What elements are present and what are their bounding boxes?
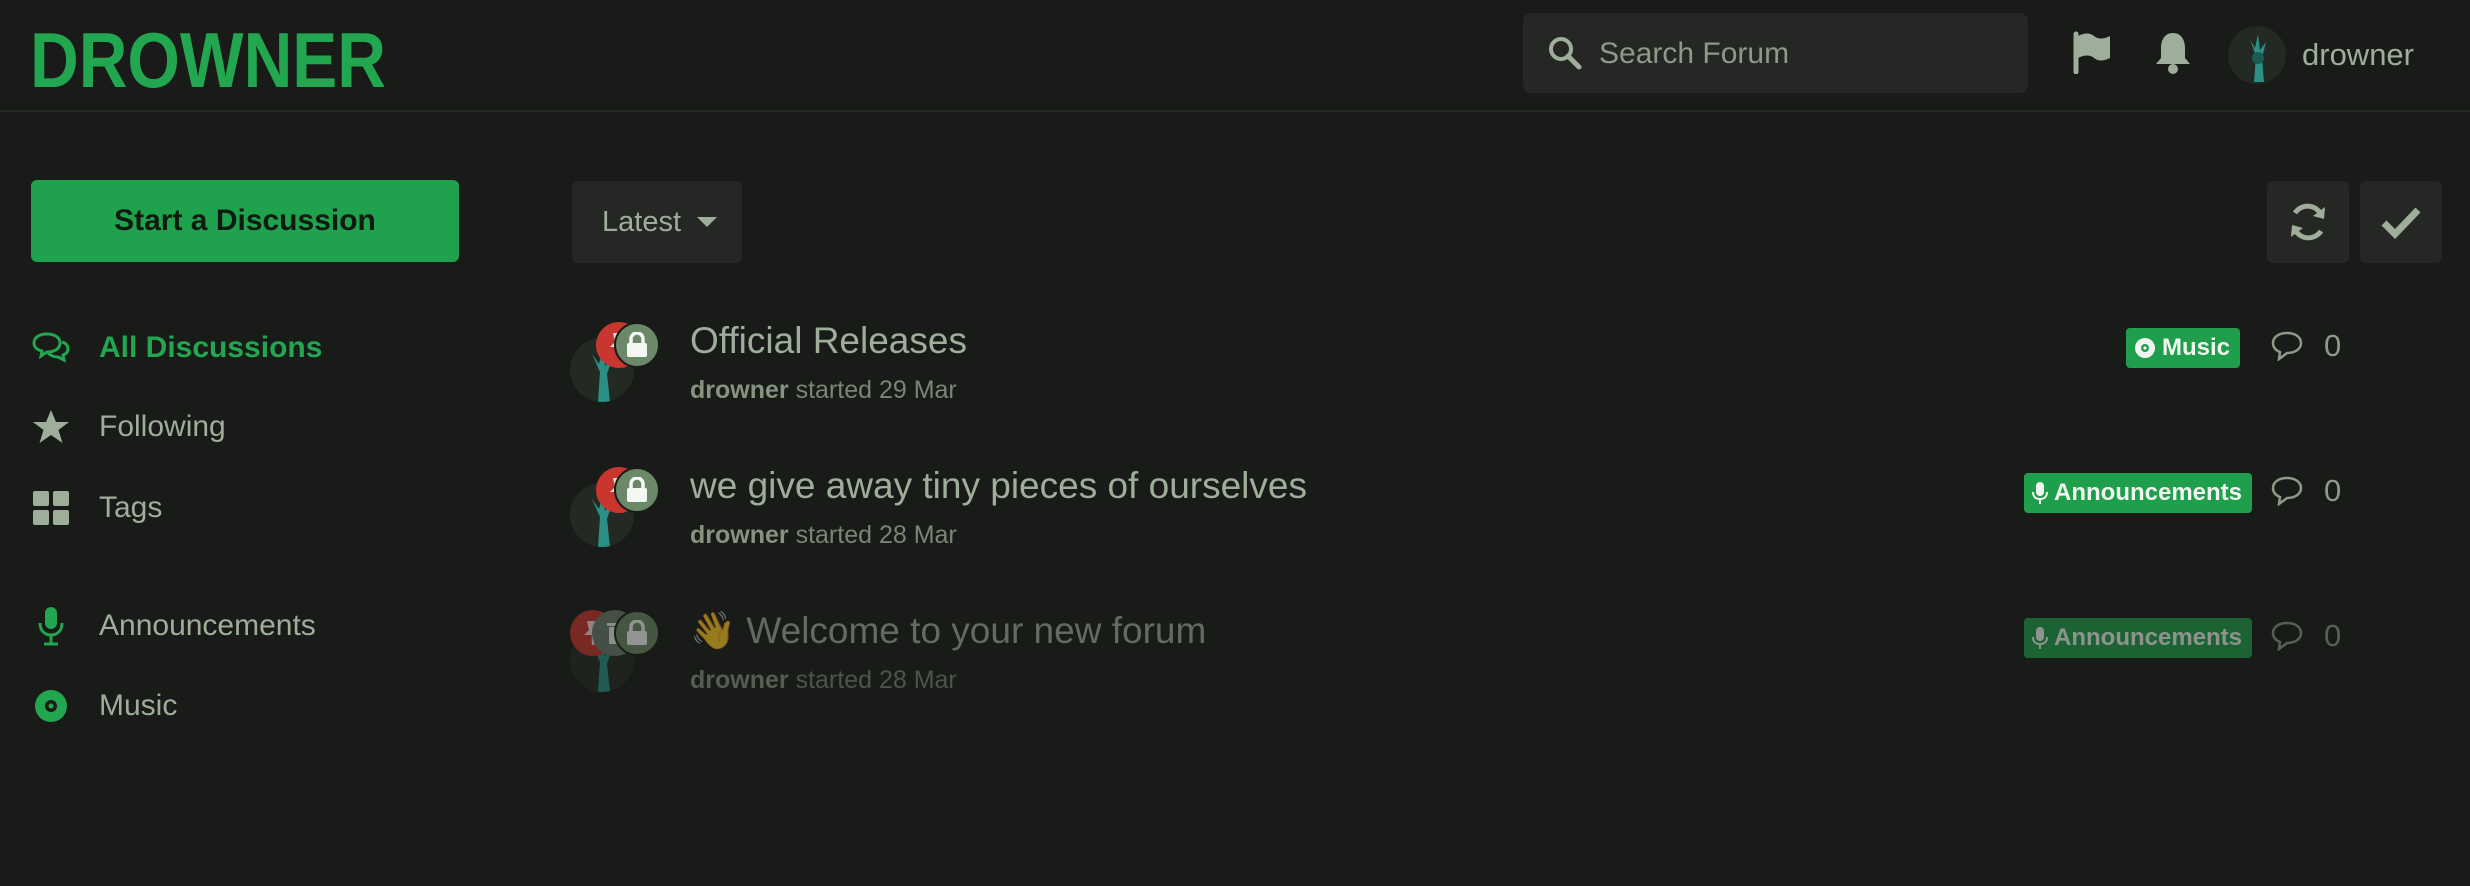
lock-icon xyxy=(614,467,660,513)
search-icon xyxy=(1549,37,1582,70)
microphone-icon xyxy=(31,606,71,646)
discussion-item[interactable]: 👋 Welcome to your new forum drowner star… xyxy=(570,608,2360,728)
sort-label: Latest xyxy=(602,205,681,238)
discussion-avatar-group xyxy=(570,463,660,553)
reply-count-value: 0 xyxy=(2324,328,2342,363)
reply-count-value: 0 xyxy=(2324,618,2342,653)
tag-label: Announcements xyxy=(2054,624,2243,651)
bell-icon[interactable] xyxy=(2154,30,2192,74)
reply-count-value: 0 xyxy=(2324,473,2342,508)
nav-following[interactable]: Following xyxy=(31,402,226,452)
reply-count[interactable]: 0 xyxy=(2270,473,2341,509)
tag-label: Music xyxy=(2162,334,2231,361)
microphone-icon xyxy=(2032,626,2048,650)
discussion-title-text: Welcome to your new forum xyxy=(746,610,1207,651)
discussion-item[interactable]: Official Releases drowner started 29 Mar… xyxy=(570,318,2360,438)
microphone-icon xyxy=(2032,481,2048,505)
comments-icon xyxy=(31,328,71,368)
nav-label: Following xyxy=(99,410,226,443)
user-avatar xyxy=(2228,26,2286,84)
discussion-item[interactable]: we give away tiny pieces of ourselves dr… xyxy=(570,463,2360,583)
discussion-title[interactable]: Official Releases xyxy=(690,320,967,362)
discussion-meta: drowner started 29 Mar xyxy=(690,376,957,405)
refresh-icon xyxy=(2291,203,2325,241)
start-discussion-button[interactable]: Start a Discussion xyxy=(31,180,459,262)
discussion-started[interactable]: started 29 Mar xyxy=(796,376,957,404)
comment-icon xyxy=(2271,331,2303,361)
nav-label: Tags xyxy=(99,491,163,524)
comment-icon xyxy=(2271,621,2303,651)
nav-tag-music[interactable]: Music xyxy=(31,681,177,731)
svg-text:DROWNER: DROWNER xyxy=(30,22,386,92)
discussion-title[interactable]: 👋 Welcome to your new forum xyxy=(690,610,1206,653)
tag-badge-announcements[interactable]: Announcements xyxy=(2024,473,2253,513)
caret-down-icon xyxy=(697,217,717,227)
discussion-title[interactable]: we give away tiny pieces of ourselves xyxy=(690,465,1307,507)
nav-label: Music xyxy=(99,689,178,722)
user-menu[interactable]: drowner xyxy=(2228,25,2414,85)
th-large-icon xyxy=(31,488,71,528)
nav-label: Announcements xyxy=(99,609,316,642)
reply-count[interactable]: 0 xyxy=(2270,618,2341,654)
discussion-started[interactable]: started 28 Mar xyxy=(796,521,957,549)
discussion-meta: drowner started 28 Mar xyxy=(690,666,957,695)
discussion-avatar-group xyxy=(570,608,660,698)
search-input[interactable] xyxy=(1597,13,2021,95)
record-icon xyxy=(2134,337,2156,359)
reply-count[interactable]: 0 xyxy=(2270,328,2341,364)
search-box[interactable] xyxy=(1523,13,2028,95)
site-logo[interactable]: DROWNER xyxy=(30,16,390,104)
discussion-avatar-group xyxy=(570,318,660,408)
tag-label: Announcements xyxy=(2054,479,2243,506)
username-label: drowner xyxy=(2302,37,2414,72)
waving-hand-emoji: 👋 xyxy=(690,610,737,651)
star-icon xyxy=(31,407,71,447)
discussion-started[interactable]: started 28 Mar xyxy=(796,666,957,694)
lock-icon xyxy=(614,610,660,656)
logo-wordmark: DROWNER xyxy=(30,16,386,104)
lock-icon xyxy=(614,322,660,368)
record-icon xyxy=(31,686,71,726)
tag-badge-announcements[interactable]: Announcements xyxy=(2024,618,2253,658)
discussion-author[interactable]: drowner xyxy=(690,666,789,694)
tag-badge-music[interactable]: Music xyxy=(2126,328,2241,368)
refresh-button[interactable] xyxy=(2267,181,2349,263)
mark-all-read-button[interactable] xyxy=(2360,181,2442,263)
sort-dropdown[interactable]: Latest xyxy=(572,181,742,263)
discussion-author[interactable]: drowner xyxy=(690,376,789,404)
nav-tag-announcements[interactable]: Announcements xyxy=(31,601,316,651)
comment-icon xyxy=(2271,476,2303,506)
nav-tags[interactable]: Tags xyxy=(31,483,162,533)
flag-icon[interactable] xyxy=(2072,30,2112,74)
discussion-author[interactable]: drowner xyxy=(690,521,789,549)
nav-label: All Discussions xyxy=(99,331,323,364)
check-icon xyxy=(2381,207,2421,239)
discussion-meta: drowner started 28 Mar xyxy=(690,521,957,550)
nav-all-discussions[interactable]: All Discussions xyxy=(31,323,322,373)
site-header: DROWNER drowner xyxy=(0,0,2470,112)
